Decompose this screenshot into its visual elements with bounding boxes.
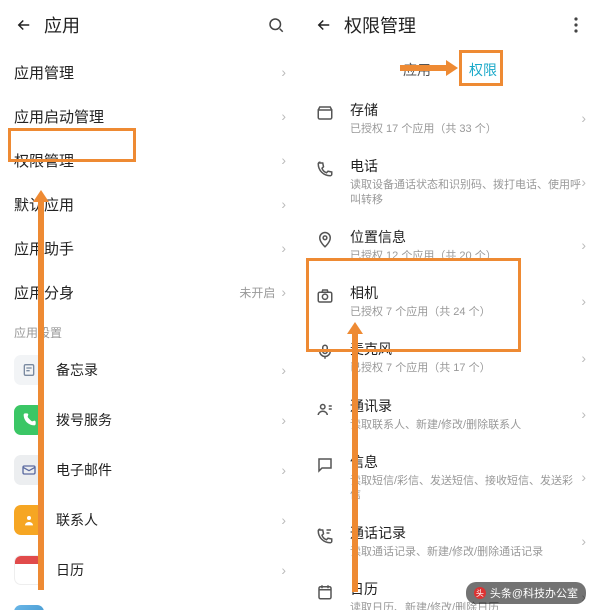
gallery-icon: [14, 605, 44, 610]
back-icon[interactable]: [314, 15, 334, 35]
storage-icon: [314, 102, 336, 124]
more-icon[interactable]: [566, 15, 586, 35]
tab-permission[interactable]: 权限: [465, 54, 501, 86]
chevron-right-icon: ›: [281, 64, 286, 80]
row-app-assistant[interactable]: 应用助手 ›: [0, 226, 300, 270]
chevron-right-icon: ›: [281, 108, 286, 124]
contacts-icon: [314, 398, 336, 420]
header-title: 应用: [44, 12, 266, 38]
chevron-right-icon: ›: [581, 469, 586, 485]
left-panel: 应用 应用管理 › 应用启动管理 › 权限管理 › 默认应用 › 应用助手 › …: [0, 0, 300, 610]
perm-camera[interactable]: 相机已授权 7 个应用（共 24 个） ›: [300, 273, 600, 329]
chevron-right-icon: ›: [281, 462, 286, 478]
chevron-right-icon: ›: [581, 406, 586, 422]
back-icon[interactable]: [14, 15, 34, 35]
arrow-annotation: [352, 332, 358, 592]
phone-icon: [314, 158, 336, 180]
app-row-memo[interactable]: 备忘录 ›: [0, 345, 300, 395]
row-default-apps[interactable]: 默认应用 ›: [0, 182, 300, 226]
app-row-contacts[interactable]: 联系人 ›: [0, 495, 300, 545]
chevron-right-icon: ›: [281, 362, 286, 378]
perm-phone[interactable]: 电话读取设备通话状态和识别码、拨打电话、使用呼叫转移 ›: [300, 146, 600, 217]
perm-location[interactable]: 位置信息已授权 12 个应用（共 20 个） ›: [300, 217, 600, 273]
chevron-right-icon: ›: [281, 512, 286, 528]
chevron-right-icon: ›: [281, 240, 286, 256]
section-title: 应用设置: [0, 314, 300, 345]
search-icon[interactable]: [266, 15, 286, 35]
arrow-annotation: [400, 65, 448, 71]
chevron-right-icon: ›: [281, 152, 286, 168]
location-icon: [314, 229, 336, 251]
perm-sms[interactable]: 信息读取短信/彩信、发送短信、接收短信、发送彩信 ›: [300, 442, 600, 513]
logo-icon: 头: [474, 587, 486, 599]
chevron-right-icon: ›: [281, 562, 286, 578]
row-permission-manage[interactable]: 权限管理 ›: [0, 138, 300, 182]
app-row-gallery[interactable]: 图库 ›: [0, 595, 300, 610]
calllog-icon: [314, 525, 336, 547]
app-row-email[interactable]: 电子邮件 ›: [0, 445, 300, 495]
watermark: 头 头条@科技办公室: [466, 582, 586, 604]
app-row-calendar[interactable]: 日历 ›: [0, 545, 300, 595]
left-header: 应用: [0, 0, 300, 50]
chevron-right-icon: ›: [581, 110, 586, 126]
perm-calllog[interactable]: 通话记录读取通话记录、新建/修改/删除通话记录 ›: [300, 513, 600, 569]
right-header: 权限管理: [300, 0, 600, 50]
perm-storage[interactable]: 存储已授权 17 个应用（共 33 个） ›: [300, 90, 600, 146]
chevron-right-icon: ›: [281, 412, 286, 428]
chevron-right-icon: ›: [281, 284, 286, 300]
row-app-clone[interactable]: 应用分身 未开启 ›: [0, 270, 300, 314]
row-app-launch[interactable]: 应用启动管理 ›: [0, 94, 300, 138]
row-app-manage[interactable]: 应用管理 ›: [0, 50, 300, 94]
chevron-right-icon: ›: [581, 174, 586, 190]
chevron-right-icon: ›: [581, 533, 586, 549]
arrow-annotation: [38, 200, 44, 590]
right-panel: 权限管理 应用 权限 存储已授权 17 个应用（共 33 个） › 电话读取设备…: [300, 0, 600, 610]
perm-microphone[interactable]: 麦克风已授权 7 个应用（共 17 个） ›: [300, 329, 600, 385]
calendar-icon: [314, 581, 336, 603]
mic-icon: [314, 341, 336, 363]
app-row-dialer[interactable]: 拨号服务 ›: [0, 395, 300, 445]
sms-icon: [314, 454, 336, 476]
chevron-right-icon: ›: [581, 350, 586, 366]
camera-icon: [314, 285, 336, 307]
chevron-right-icon: ›: [581, 293, 586, 309]
perm-contacts[interactable]: 通讯录读取联系人、新建/修改/删除联系人 ›: [300, 386, 600, 442]
chevron-right-icon: ›: [281, 196, 286, 212]
chevron-right-icon: ›: [581, 237, 586, 253]
header-title: 权限管理: [344, 12, 566, 38]
